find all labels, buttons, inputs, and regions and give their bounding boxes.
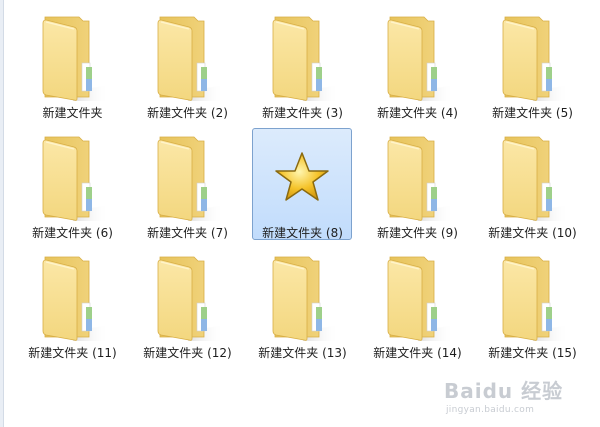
folder-item[interactable]: 新建文件夹 (7)	[130, 125, 245, 245]
explorer-window: 新建文件夹 新建文件夹 (2) 新建文件夹 (3) 新建文件夹 (4) 新建文件…	[0, 0, 600, 427]
folder-label: 新建文件夹 (5)	[492, 106, 573, 120]
folder-label: 新建文件夹 (13)	[258, 346, 347, 360]
folder-item[interactable]: 新建文件夹 (3)	[245, 5, 360, 125]
folder-icon	[255, 249, 350, 344]
folder-item[interactable]: 新建文件夹 (15)	[475, 245, 590, 365]
folder-label: 新建文件夹 (15)	[488, 346, 577, 360]
folder-item[interactable]: 新建文件夹 (5)	[475, 5, 590, 125]
folder-label: 新建文件夹 (8)	[262, 226, 343, 240]
folder-icon	[370, 249, 465, 344]
folder-label: 新建文件夹 (6)	[32, 226, 113, 240]
folder-icon	[140, 129, 235, 224]
watermark-url: jingyan.baidu.com	[446, 405, 535, 415]
left-pane-edge	[0, 0, 4, 427]
folder-icon	[370, 9, 465, 104]
folder-icon	[140, 9, 235, 104]
file-grid: 新建文件夹 新建文件夹 (2) 新建文件夹 (3) 新建文件夹 (4) 新建文件…	[15, 5, 590, 365]
folder-label: 新建文件夹 (3)	[262, 106, 343, 120]
folder-label: 新建文件夹 (7)	[147, 226, 228, 240]
folder-icon	[255, 9, 350, 104]
folder-item[interactable]: 新建文件夹 (6)	[15, 125, 130, 245]
folder-label: 新建文件夹 (12)	[143, 346, 232, 360]
folder-icon	[25, 9, 120, 104]
folder-label: 新建文件夹 (14)	[373, 346, 462, 360]
folder-item[interactable]: 新建文件夹 (10)	[475, 125, 590, 245]
folder-label: 新建文件夹 (11)	[28, 346, 117, 360]
folder-label: 新建文件夹 (2)	[147, 106, 228, 120]
folder-icon	[25, 249, 120, 344]
baidu-jingyan-watermark: Baidu 经验 jingyan.baidu.com	[444, 375, 594, 423]
folder-item[interactable]: 新建文件夹 (11)	[15, 245, 130, 365]
folder-icon	[485, 249, 580, 344]
folder-icon	[485, 129, 580, 224]
folder-item-selected[interactable]: 新建文件夹 (8)	[245, 125, 360, 245]
folder-icon	[25, 129, 120, 224]
folder-item[interactable]: 新建文件夹 (13)	[245, 245, 360, 365]
folder-label: 新建文件夹	[42, 106, 103, 120]
folder-icon	[370, 129, 465, 224]
folder-item[interactable]: 新建文件夹 (14)	[360, 245, 475, 365]
folder-label: 新建文件夹 (10)	[488, 226, 577, 240]
folder-label: 新建文件夹 (9)	[377, 226, 458, 240]
folder-label: 新建文件夹 (4)	[377, 106, 458, 120]
folder-item[interactable]: 新建文件夹 (2)	[130, 5, 245, 125]
star-icon	[255, 129, 350, 224]
folder-item[interactable]: 新建文件夹 (12)	[130, 245, 245, 365]
folder-icon	[140, 249, 235, 344]
watermark-logo: Baidu 经验	[444, 379, 564, 403]
folder-item[interactable]: 新建文件夹 (4)	[360, 5, 475, 125]
folder-item[interactable]: 新建文件夹 (9)	[360, 125, 475, 245]
folder-item[interactable]: 新建文件夹	[15, 5, 130, 125]
folder-icon	[485, 9, 580, 104]
